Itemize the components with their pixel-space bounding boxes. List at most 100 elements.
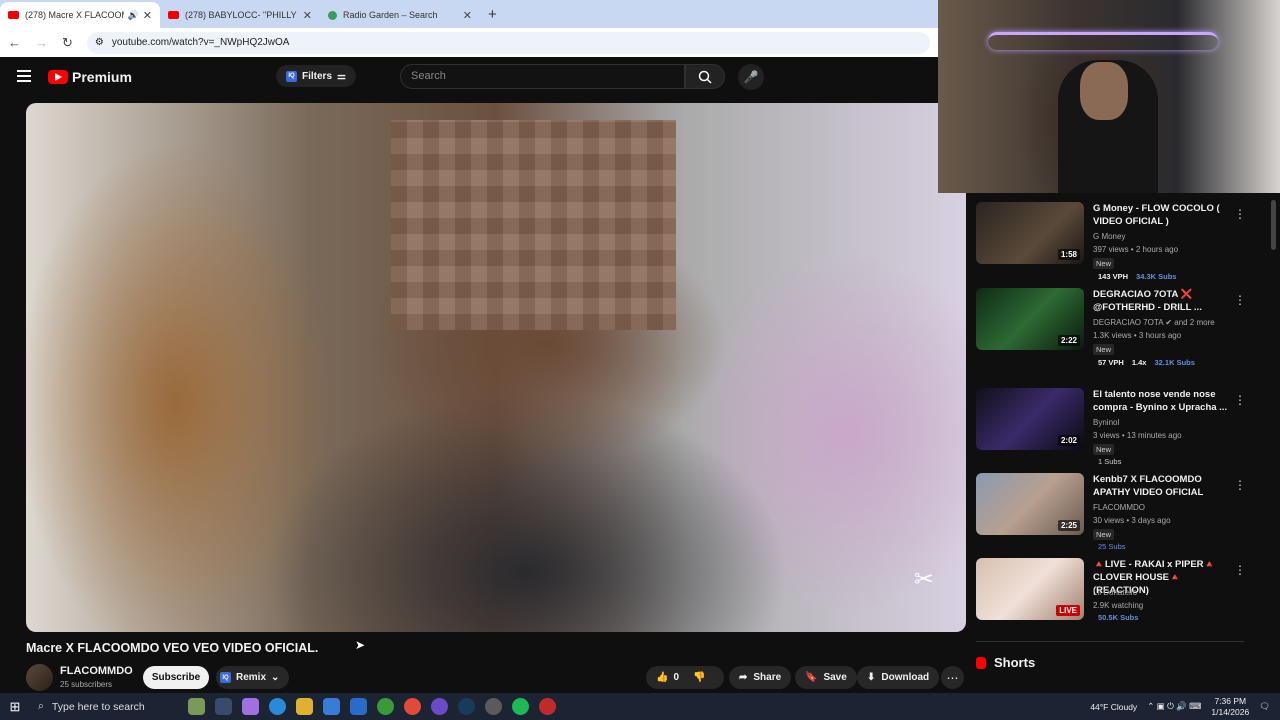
store-icon[interactable] [323,698,340,715]
list-item[interactable]: 2:25 Kenbb7 X FLACOOMDO APATHY VIDEO OFI… [976,473,1248,553]
video-meta: 397 views • 2 hours ago [1093,245,1179,254]
channel-avatar[interactable] [26,664,53,691]
browser-tab[interactable]: (278) BABYLOCC- "PHILLY FLOW" ✕ [160,2,320,28]
hamburger-menu-icon[interactable] [17,70,31,82]
youtube-favicon-icon [8,11,19,19]
forward-icon[interactable]: → [35,35,48,50]
channel-name[interactable]: G Money [1093,230,1233,243]
spotify-icon[interactable] [512,698,529,715]
copilot-icon[interactable] [242,698,259,715]
more-options-icon[interactable]: ⋮ [1234,207,1246,221]
video-thumbnail[interactable]: 2:22 [976,288,1084,350]
system-tray: 44°F Cloudy ⌃ ▣ ⏻ 🔊 ⌨ 7:36 PM 1/14/2026 … [1090,693,1270,720]
iq-extension-icon: IQ [286,70,297,82]
speaker-icon[interactable]: 🔊 [128,10,139,21]
filters-button[interactable]: IQ Filters ⚌ [276,65,356,87]
back-icon[interactable]: ← [8,35,21,50]
new-badge: New [1093,529,1115,540]
list-item[interactable]: 2:02 El talento nose vende nose compra -… [976,388,1248,468]
shorts-section-header[interactable]: Shorts [976,655,1035,670]
more-actions-icon[interactable]: ⋯ [941,666,964,689]
video-player[interactable]: ✂ [26,103,966,632]
new-badge: New [1093,344,1115,355]
close-tab-icon[interactable]: ✕ [463,9,472,22]
video-title[interactable]: G Money - FLOW COCOLO ( VIDEO OFICIAL ) [1093,202,1233,228]
steam-icon[interactable] [458,698,475,715]
more-options-icon[interactable]: ⋮ [1234,478,1246,492]
url-field[interactable]: ⚙ youtube.com/watch?v=_NWpHQ2JwOA [86,31,930,54]
video-thumbnail[interactable]: 1:58 [976,202,1084,264]
channel-name[interactable]: FLACOMMDO [1093,501,1233,514]
site-info-icon[interactable]: ⚙ [95,37,104,48]
channel-name[interactable]: Lil Donatello [1093,586,1233,599]
video-title[interactable]: Kenbb7 X FLACOOMDO APATHY VIDEO OFICIAL [1093,473,1233,499]
download-button[interactable]: ⬇ Download [857,666,940,689]
taskbar-search-input[interactable]: ⌕ Type here to search [30,693,178,720]
xbox-icon[interactable] [377,698,394,715]
edge-icon[interactable] [269,698,286,715]
app-icon[interactable] [539,698,556,715]
tray-icons[interactable]: ⌃ ▣ ⏻ 🔊 ⌨ [1147,701,1201,712]
share-icon: ➦ [739,672,748,683]
video-thumbnail[interactable]: 2:02 [976,388,1084,450]
reload-icon[interactable]: ↻ [62,35,73,51]
duration-badge: 2:25 [1057,520,1080,531]
mail-icon[interactable] [350,698,367,715]
windows-start-icon[interactable]: ⊞ [0,699,30,715]
vph-value: 57 VPH [1098,358,1124,367]
search-icon [698,70,712,84]
video-title[interactable]: El talento nose vende nose compra - Byni… [1093,388,1233,414]
video-title: Macre X FLACOOMDO VEO VEO VIDEO OFICIAL. [26,641,319,655]
more-options-icon[interactable]: ⋮ [1234,293,1246,307]
chrome-icon[interactable] [404,698,421,715]
more-options-icon[interactable]: ⋮ [1234,563,1246,577]
youtube-header: Premium IQ Filters ⚌ Search 🎤 [0,57,938,103]
search-button[interactable] [685,64,725,89]
list-item[interactable]: 1:58 G Money - FLOW COCOLO ( VIDEO OFICI… [976,202,1248,282]
like-button[interactable]: 👍 0 [656,672,679,683]
more-options-icon[interactable]: ⋮ [1234,393,1246,407]
obs-icon[interactable] [431,698,448,715]
task-view-icon[interactable] [215,698,232,715]
channel-name[interactable]: Byninol [1093,416,1233,429]
file-explorer-icon[interactable] [296,698,313,715]
dislike-button[interactable]: 👎 [693,672,705,683]
youtube-premium-logo[interactable]: Premium [48,69,132,85]
video-title[interactable]: DEGRACIAO 7OTA ❌ @FOTHERHD - DRILL ... [1093,288,1233,314]
browser-tab[interactable]: Radio Garden – Search ✕ [320,2,480,28]
subscribe-button[interactable]: Subscribe [143,666,209,689]
video-thumbnail[interactable]: 2:25 [976,473,1084,535]
save-button[interactable]: 🔖 Save [795,666,857,689]
share-button[interactable]: ➦ Share [729,666,792,689]
clock-date: 1/14/2026 [1211,706,1250,717]
video-meta: 3 views • 13 minutes ago [1093,431,1182,440]
voice-search-icon[interactable]: 🎤 [738,64,764,90]
bookmark-icon: 🔖 [805,672,818,683]
mouse-cursor-icon: ➤ [355,638,366,652]
notifications-icon[interactable]: 🗨 [1259,701,1270,712]
app-icon[interactable] [485,698,502,715]
duration-badge: 2:22 [1057,335,1080,346]
browser-tab-active[interactable]: (278) Macre X FLACOOMDO VEO VEO VIDEO OF… [0,2,160,28]
download-label: Download [881,672,930,683]
list-item[interactable]: 2:22 DEGRACIAO 7OTA ❌ @FOTHERHD - DRILL … [976,288,1248,368]
remix-button[interactable]: IQ Remix ⌄ [216,666,290,689]
scrollbar-thumb[interactable] [1271,200,1276,250]
new-tab-icon[interactable]: + [488,6,497,23]
close-tab-icon[interactable]: ✕ [303,9,312,22]
pixelated-face-region [391,120,676,330]
clock[interactable]: 7:36 PM 1/14/2026 [1211,696,1249,718]
search-input[interactable]: Search [400,64,685,89]
channel-name[interactable]: DEGRACIAO 7OTA ✔ and 2 more [1093,316,1233,329]
save-label: Save [823,672,847,683]
list-item[interactable]: LIVE 🔺LIVE - RAKAI x PIPER🔺 CLOVER HOUSE… [976,558,1248,638]
video-thumbnail[interactable]: LIVE [976,558,1084,620]
subscriber-count: 25 subscribers [60,680,113,689]
close-tab-icon[interactable]: ✕ [143,9,152,22]
tab-title: Radio Garden – Search [343,10,438,20]
channel-name[interactable]: FLACOMMDO [60,665,133,677]
weather-widget[interactable]: 44°F Cloudy [1090,702,1137,712]
tab-title: (278) Macre X FLACOOMDO VEO VEO VIDEO OF… [25,10,124,20]
search-icon: ⌕ [38,700,44,712]
app-icon[interactable] [188,698,205,715]
